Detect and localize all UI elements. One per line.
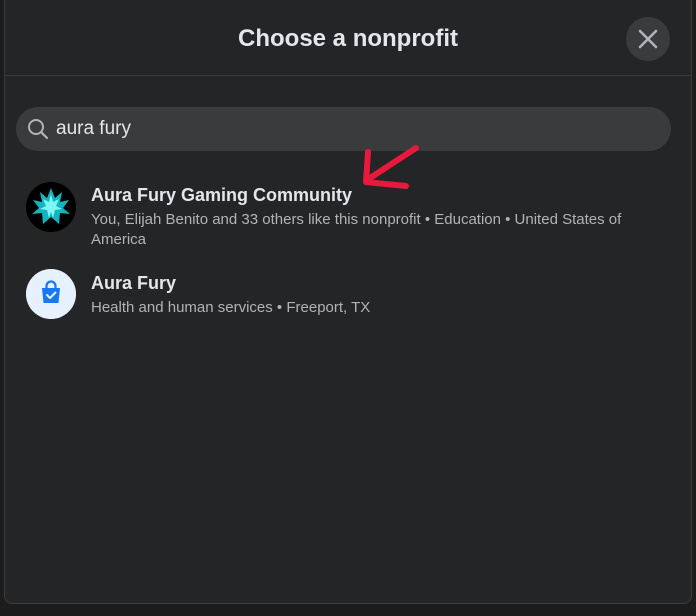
result-meta: You, Elijah Benito and 33 others like th… [91,211,622,248]
shopping-bag-icon [26,269,76,319]
dialog-header: Choose a nonprofit [5,0,691,76]
search-input[interactable] [56,107,656,151]
result-name: Aura Fury [91,273,177,293]
result-meta: Health and human services • Freeport, TX [91,299,371,316]
close-icon [638,29,658,49]
result-name: Aura Fury Gaming Community [91,185,353,205]
avatar [26,182,76,232]
search-bar[interactable] [16,107,671,151]
result-aura-fury[interactable]: Aura Fury Health and human services • Fr… [16,266,672,326]
avatar [26,269,76,319]
dialog-title: Choose a nonprofit [238,25,458,52]
aura-fury-logo [26,182,76,232]
close-button[interactable] [626,17,670,61]
result-aura-fury-gaming-community[interactable]: Aura Fury Gaming Community You, Elijah B… [16,176,672,256]
search-icon [28,119,49,140]
